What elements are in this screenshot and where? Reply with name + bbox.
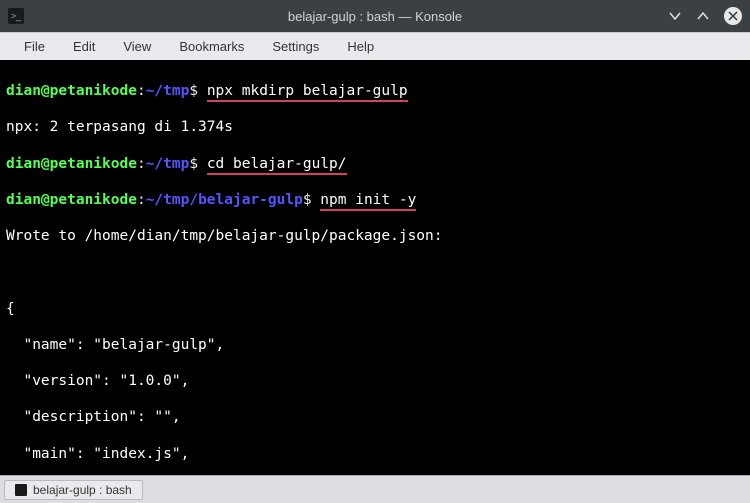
terminal-line: Wrote to /home/dian/tmp/belajar-gulp/pac… [6, 227, 744, 245]
terminal-line: "version": "1.0.0", [6, 372, 744, 390]
terminal-line: npx: 2 terpasang di 1.374s [6, 118, 744, 136]
terminal-line: dian@petanikode:~/tmp$ cd belajar-gulp/ [6, 155, 744, 173]
menu-bar: File Edit View Bookmarks Settings Help [0, 32, 750, 60]
terminal-tab[interactable]: belajar-gulp : bash [4, 480, 143, 500]
tab-bar: belajar-gulp : bash [0, 475, 750, 503]
terminal-area[interactable]: dian@petanikode:~/tmp$ npx mkdirp belaja… [0, 60, 750, 475]
app-icon: >_ [8, 8, 24, 24]
close-icon [728, 11, 738, 21]
terminal-line: dian@petanikode:~/tmp$ npx mkdirp belaja… [6, 82, 744, 100]
menu-file[interactable]: File [10, 35, 59, 58]
chevron-up-icon [696, 9, 710, 23]
minimize-button[interactable] [668, 7, 682, 25]
terminal-line [6, 263, 744, 281]
terminal-line: "description": "", [6, 408, 744, 426]
title-bar: >_ belajar-gulp : bash — Konsole [0, 0, 750, 32]
chevron-down-icon [668, 9, 682, 23]
close-button[interactable] [724, 7, 742, 25]
maximize-button[interactable] [696, 7, 710, 25]
terminal-line: "name": "belajar-gulp", [6, 336, 744, 354]
window-controls [668, 7, 742, 25]
terminal-line: dian@petanikode:~/tmp/belajar-gulp$ npm … [6, 191, 744, 209]
terminal-line: "main": "index.js", [6, 445, 744, 463]
menu-view[interactable]: View [109, 35, 165, 58]
menu-bookmarks[interactable]: Bookmarks [165, 35, 258, 58]
menu-edit[interactable]: Edit [59, 35, 109, 58]
menu-settings[interactable]: Settings [258, 35, 333, 58]
terminal-icon [15, 484, 27, 496]
window-title: belajar-gulp : bash — Konsole [0, 9, 750, 24]
tab-label: belajar-gulp : bash [33, 483, 132, 497]
menu-help[interactable]: Help [333, 35, 388, 58]
terminal-line: { [6, 300, 744, 318]
